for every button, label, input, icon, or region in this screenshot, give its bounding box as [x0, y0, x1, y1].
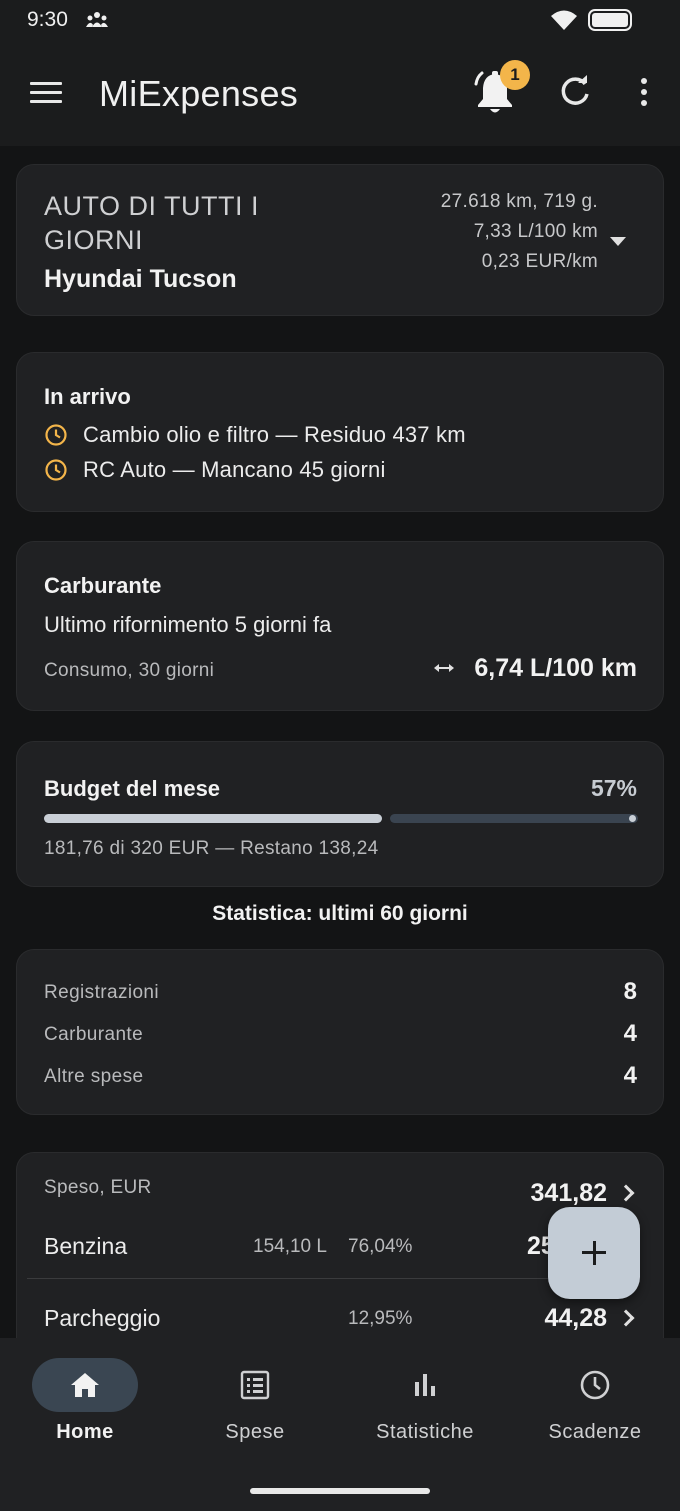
chevron-right-icon[interactable]	[617, 1184, 635, 1202]
budget-progress-remaining	[390, 814, 638, 823]
upcoming-item[interactable]: RC Auto — Mancano 45 giorni	[44, 454, 386, 486]
nav-label: Spese	[225, 1421, 285, 1443]
nav-item-scadenze[interactable]: Scadenze	[510, 1338, 680, 1458]
counts-card: Registrazioni 8 Carburante 4 Altre spese…	[16, 949, 664, 1115]
budget-progress-used	[44, 814, 382, 823]
bottom-nav: Home Spese Statistiche Scadenze	[0, 1338, 680, 1511]
spent-row-name: Benzina	[44, 1233, 128, 1259]
vehicle-name: Hyundai Tucson	[44, 265, 237, 293]
refresh-icon[interactable]	[555, 72, 595, 112]
home-icon	[71, 1373, 99, 1397]
more-options-icon[interactable]	[630, 72, 658, 112]
clock-icon	[45, 459, 67, 481]
last-refuel-text: Ultimo rifornimento 5 giorni fa	[44, 612, 332, 637]
consumption-label: Consumo, 30 giorni	[44, 660, 215, 681]
upcoming-item-text: RC Auto — Mancano 45 giorni	[83, 457, 386, 482]
spent-row-amount: 44,28	[544, 1304, 607, 1332]
notification-badge: 1	[500, 60, 530, 90]
clock-icon	[580, 1370, 610, 1400]
list-icon	[240, 1370, 270, 1400]
add-expense-button[interactable]	[548, 1207, 640, 1299]
vehicle-type: AUTO DI TUTTI I GIORNI	[44, 191, 260, 255]
fuel-title: Carburante	[44, 573, 162, 598]
upcoming-title: In arrivo	[44, 384, 131, 409]
budget-card[interactable]: Budget del mese 57% 181,76 di 320 EUR — …	[16, 741, 664, 887]
divider	[27, 1278, 570, 1279]
vehicle-distance: 27.618 km, 719 g.	[440, 191, 598, 212]
app-title: MiExpenses	[99, 73, 299, 114]
statistics-title: Statistica: ultimi 60 giorni	[212, 902, 468, 925]
spent-row-liters: 154,10 L	[253, 1236, 327, 1257]
spent-row-percent: 76,04%	[348, 1236, 413, 1257]
spent-row-percent: 12,95%	[348, 1308, 413, 1329]
vehicle-cost-per-km: 0,23 EUR/km	[481, 251, 598, 272]
nav-label: Scadenze	[548, 1421, 642, 1443]
budget-summary: 181,76 di 320 EUR — Restano 138,24	[44, 838, 379, 859]
app-bar: MiExpenses 1	[0, 40, 680, 146]
budget-percent: 57%	[590, 775, 637, 801]
consumption-value: 6,74 L/100 km	[474, 654, 637, 682]
vehicle-card[interactable]: AUTO DI TUTTI I GIORNI Hyundai Tucson 27…	[16, 164, 664, 316]
budget-title: Budget del mese	[44, 776, 221, 801]
bar-chart-icon	[415, 1374, 435, 1396]
count-label: Altre spese	[44, 1066, 144, 1087]
menu-icon[interactable]	[22, 72, 70, 112]
double-arrow-icon	[434, 664, 454, 672]
count-value: 4	[623, 1062, 637, 1089]
people-icon	[86, 12, 108, 27]
count-value: 4	[623, 1020, 637, 1047]
count-row[interactable]: Altre spese 4	[44, 1062, 637, 1092]
wifi-icon	[551, 10, 577, 30]
fuel-card[interactable]: Carburante Ultimo rifornimento 5 giorni …	[16, 541, 664, 711]
count-row[interactable]: Carburante 4	[44, 1020, 637, 1050]
vehicle-consumption: 7,33 L/100 km	[473, 221, 598, 242]
dropdown-caret-icon[interactable]	[610, 237, 626, 246]
nav-label: Home	[56, 1421, 114, 1443]
spent-total[interactable]: 341,82	[531, 1179, 607, 1208]
count-label: Carburante	[44, 1024, 144, 1045]
upcoming-item[interactable]: Cambio olio e filtro — Residuo 437 km	[44, 419, 466, 451]
vehicle-stats: 27.618 km, 719 g. 7,33 L/100 km 0,23 EUR…	[441, 187, 598, 277]
budget-progress-end-dot	[629, 815, 636, 822]
nav-item-spese[interactable]: Spese	[170, 1338, 340, 1458]
nav-item-statistiche[interactable]: Statistiche	[340, 1338, 510, 1458]
spent-row[interactable]: Parcheggio 12,95% 44,28	[44, 1297, 637, 1337]
spent-label: Speso, EUR	[44, 1177, 152, 1198]
upcoming-item-text: Cambio olio e filtro — Residuo 437 km	[83, 422, 466, 447]
clock-icon	[45, 424, 67, 446]
count-row[interactable]: Registrazioni 8	[44, 978, 637, 1008]
nav-label: Statistiche	[376, 1421, 474, 1443]
count-value: 8	[623, 978, 637, 1005]
spent-row-name: Parcheggio	[44, 1305, 161, 1331]
battery-icon	[588, 9, 632, 31]
status-time: 9:30	[27, 8, 68, 31]
home-indicator	[250, 1488, 430, 1494]
count-label: Registrazioni	[44, 982, 160, 1003]
status-bar: 9:30	[0, 0, 680, 40]
upcoming-card: In arrivo Cambio olio e filtro — Residuo…	[16, 352, 664, 512]
nav-item-home[interactable]: Home	[0, 1338, 170, 1458]
